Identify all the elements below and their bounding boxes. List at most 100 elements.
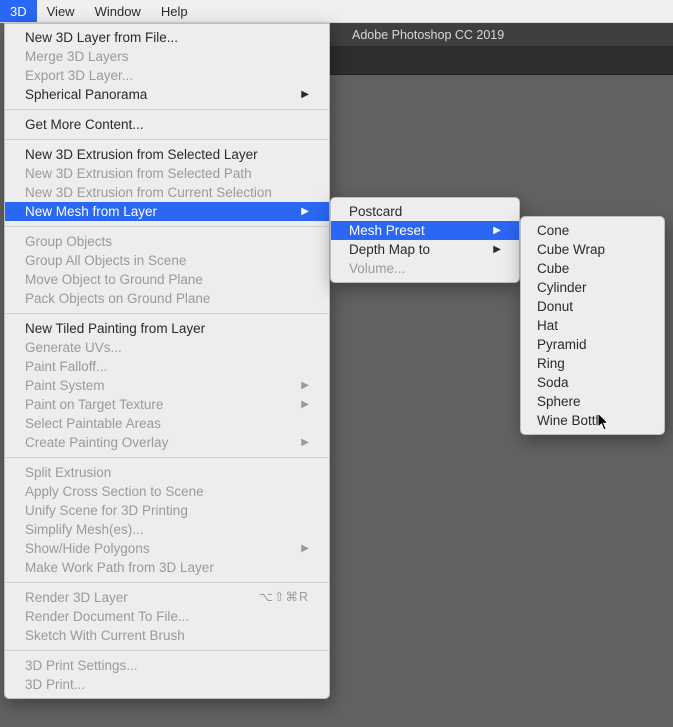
menu-item-label: Move Object to Ground Plane [25, 270, 203, 289]
menu-item[interactable]: New 3D Extrusion from Selected Layer [5, 145, 329, 164]
menu-item: Export 3D Layer... [5, 66, 329, 85]
menu-item: Group Objects [5, 232, 329, 251]
chevron-right-icon: ▶ [493, 240, 501, 259]
menu-3d: New 3D Layer from File...Merge 3D Layers… [4, 23, 330, 699]
submenu-mesh-preset: ConeCube WrapCubeCylinderDonutHatPyramid… [520, 216, 665, 435]
menu-item: 3D Print... [5, 675, 329, 694]
menu-item[interactable]: New 3D Layer from File... [5, 28, 329, 47]
menu-separator [5, 226, 329, 227]
menu-item-label: Sketch With Current Brush [25, 626, 185, 645]
app-name: Adobe Photoshop CC 2019 [352, 28, 504, 42]
menu-item-label: New 3D Extrusion from Current Selection [25, 183, 272, 202]
submenu-item[interactable]: Pyramid [521, 335, 664, 354]
submenu-item[interactable]: Cylinder [521, 278, 664, 297]
submenu-item-label: Mesh Preset [349, 221, 425, 240]
menu-item-label: Render 3D Layer [25, 588, 128, 607]
submenu-item[interactable]: Depth Map to ▶ [331, 240, 519, 259]
submenu-item[interactable]: Hat [521, 316, 664, 335]
chevron-right-icon: ▶ [301, 539, 309, 558]
menu-item: Show/Hide Polygons ▶ [5, 539, 329, 558]
submenu-item[interactable]: Postcard [331, 202, 519, 221]
app-titlebar: Adobe Photoshop CC 2019 [330, 23, 673, 47]
menu-item: Make Work Path from 3D Layer [5, 558, 329, 577]
menu-item-label: Unify Scene for 3D Printing [25, 501, 188, 520]
chevron-right-icon: ▶ [301, 395, 309, 414]
menubar-item-window[interactable]: Window [85, 0, 151, 22]
menu-separator [5, 109, 329, 110]
menu-item-label: New Mesh from Layer [25, 202, 157, 221]
menu-item: Select Paintable Areas [5, 414, 329, 433]
menu-separator [5, 139, 329, 140]
menu-item-label: Group Objects [25, 232, 112, 251]
menu-item-label: Split Extrusion [25, 463, 111, 482]
menu-item-label: Select Paintable Areas [25, 414, 161, 433]
menu-item-label: Get More Content... [25, 115, 144, 134]
menu-separator [5, 650, 329, 651]
menu-item: Render Document To File... [5, 607, 329, 626]
menu-item: Sketch With Current Brush [5, 626, 329, 645]
menu-item-label: Apply Cross Section to Scene [25, 482, 204, 501]
menubar-item-view[interactable]: View [37, 0, 85, 22]
tab-strip [330, 47, 673, 75]
menu-item: New 3D Extrusion from Current Selection [5, 183, 329, 202]
submenu-item[interactable]: Ring [521, 354, 664, 373]
menu-item-label: 3D Print Settings... [25, 656, 138, 675]
menubar: 3D View Window Help [0, 0, 673, 23]
menu-item-label: Spherical Panorama [25, 85, 147, 104]
menu-item[interactable]: New Mesh from Layer ▶ [5, 202, 329, 221]
submenu-item[interactable]: Cone [521, 221, 664, 240]
menu-item-label: Group All Objects in Scene [25, 251, 186, 270]
menu-item-label: Merge 3D Layers [25, 47, 129, 66]
menu-item-label: Simplify Mesh(es)... [25, 520, 144, 539]
submenu-new-mesh-from-layer: PostcardMesh Preset ▶ Depth Map to ▶ Volume.… [330, 197, 520, 283]
submenu-item-label: Depth Map to [349, 240, 430, 259]
menu-item-label: Paint on Target Texture [25, 395, 163, 414]
submenu-item: Volume... [331, 259, 519, 278]
menu-item: Split Extrusion [5, 463, 329, 482]
submenu-item[interactable]: Soda [521, 373, 664, 392]
menu-separator [5, 313, 329, 314]
menu-item-label: Export 3D Layer... [25, 66, 133, 85]
menu-item: Group All Objects in Scene [5, 251, 329, 270]
submenu-item[interactable]: Cube Wrap [521, 240, 664, 259]
menu-item: New 3D Extrusion from Selected Path [5, 164, 329, 183]
menu-item: Generate UVs... [5, 338, 329, 357]
submenu-item[interactable]: Sphere [521, 392, 664, 411]
menu-item: Paint on Target Texture ▶ [5, 395, 329, 414]
menu-item[interactable]: Get More Content... [5, 115, 329, 134]
menu-item-shortcut: ⌥⇧⌘R [259, 588, 309, 607]
menu-item-label: Render Document To File... [25, 607, 189, 626]
menubar-item-help[interactable]: Help [151, 0, 198, 22]
menu-item[interactable]: New Tiled Painting from Layer [5, 319, 329, 338]
menu-separator [5, 457, 329, 458]
menu-item: Render 3D Layer ⌥⇧⌘R [5, 588, 329, 607]
menu-item-label: 3D Print... [25, 675, 85, 694]
menu-item: Pack Objects on Ground Plane [5, 289, 329, 308]
menu-item: Paint Falloff... [5, 357, 329, 376]
menu-item: Move Object to Ground Plane [5, 270, 329, 289]
submenu-item[interactable]: Wine Bottle [521, 411, 664, 430]
submenu-item[interactable]: Mesh Preset ▶ [331, 221, 519, 240]
submenu-item[interactable]: Donut [521, 297, 664, 316]
submenu-item[interactable]: Cube [521, 259, 664, 278]
menu-item-label: Paint System [25, 376, 105, 395]
menu-item-label: New Tiled Painting from Layer [25, 319, 205, 338]
menu-item: Create Painting Overlay▶ [5, 433, 329, 452]
menu-item-label: New 3D Extrusion from Selected Layer [25, 145, 258, 164]
menu-item-label: Pack Objects on Ground Plane [25, 289, 210, 308]
submenu-item-label: Postcard [349, 202, 402, 221]
menu-item: Simplify Mesh(es)... [5, 520, 329, 539]
menu-item-label: Paint Falloff... [25, 357, 107, 376]
chevron-right-icon: ▶ [493, 221, 501, 240]
chevron-right-icon: ▶ [301, 202, 309, 221]
menu-item-label: Make Work Path from 3D Layer [25, 558, 214, 577]
menu-item: Unify Scene for 3D Printing [5, 501, 329, 520]
menubar-item-3d[interactable]: 3D [0, 0, 37, 22]
menu-item: Apply Cross Section to Scene [5, 482, 329, 501]
menu-item: 3D Print Settings... [5, 656, 329, 675]
menu-item: Merge 3D Layers [5, 47, 329, 66]
menu-item-label: Show/Hide Polygons [25, 539, 150, 558]
submenu-item-label: Volume... [349, 259, 405, 278]
chevron-right-icon: ▶ [301, 85, 309, 104]
menu-item[interactable]: Spherical Panorama ▶ [5, 85, 329, 104]
